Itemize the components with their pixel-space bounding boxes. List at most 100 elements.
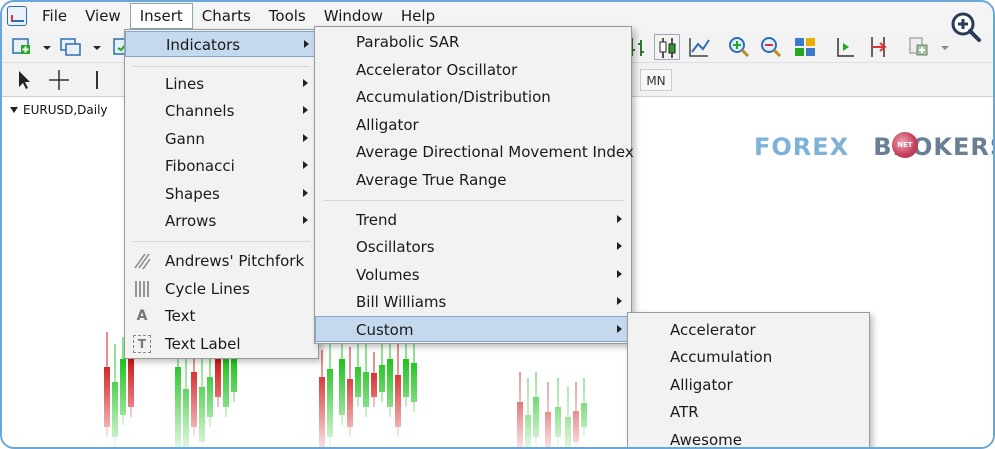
menu-item-adx[interactable]: Average Directional Movement Index xyxy=(315,139,634,165)
chevron-right-icon xyxy=(617,325,622,333)
text-icon: A xyxy=(136,308,148,324)
auto-scroll-icon[interactable] xyxy=(866,34,892,60)
menu-item-andrews-pitchfork[interactable]: Andrews' Pitchfork xyxy=(125,248,318,274)
menu-tools[interactable]: Tools xyxy=(260,5,315,27)
menu-item-channels[interactable]: Channels xyxy=(125,98,318,124)
menu-item-bill-williams[interactable]: Bill Williams xyxy=(315,289,631,315)
text-label-icon: T xyxy=(133,335,151,353)
candlestick-chart-icon[interactable] xyxy=(654,34,680,60)
menu-insert[interactable]: Insert xyxy=(129,3,193,29)
brand-badge: NET xyxy=(892,132,918,158)
menu-window[interactable]: Window xyxy=(315,5,392,27)
menu-separator xyxy=(133,66,310,67)
indicators-list-icon[interactable] xyxy=(906,34,932,60)
menu-charts[interactable]: Charts xyxy=(193,5,260,27)
insert-menu: Indicators Lines Channels Gann Fibonacci… xyxy=(124,29,319,359)
menu-item-label: Bill Williams xyxy=(356,293,447,311)
menu-item-lines[interactable]: Lines xyxy=(125,71,318,97)
menu-item-label: Cycle Lines xyxy=(165,280,250,298)
app-logo-icon[interactable] xyxy=(7,6,27,26)
menu-item-atr[interactable]: Average True Range xyxy=(315,167,631,193)
menu-item-text-label[interactable]: T Text Label xyxy=(125,331,318,357)
chevron-right-icon xyxy=(304,40,309,48)
menu-item-accumulation-distribution[interactable]: Accumulation/Distribution xyxy=(315,84,631,110)
menu-item-label: Accumulation/Distribution xyxy=(356,88,551,106)
chevron-right-icon xyxy=(303,189,308,197)
menu-item-parabolic-sar[interactable]: Parabolic SAR xyxy=(315,29,631,55)
menu-view[interactable]: View xyxy=(76,5,130,27)
menu-item-fibonacci[interactable]: Fibonacci xyxy=(125,153,318,179)
menu-item-cycle-lines[interactable]: Cycle Lines xyxy=(125,276,318,302)
menu-item-custom[interactable]: Custom xyxy=(315,316,631,342)
menu-item-gann[interactable]: Gann xyxy=(125,126,318,152)
menu-item-label: Gann xyxy=(165,130,205,148)
chevron-right-icon xyxy=(303,216,308,224)
menu-item-label: Alligator xyxy=(356,116,419,134)
menu-separator xyxy=(133,241,310,242)
cycle-lines-icon xyxy=(133,280,151,298)
menu-item-indicators[interactable]: Indicators xyxy=(125,31,318,57)
menu-separator xyxy=(323,200,623,201)
menu-item-text[interactable]: A Text xyxy=(125,303,318,329)
menu-item-accelerator-oscillator[interactable]: Accelerator Oscillator xyxy=(315,57,631,83)
menu-item-trend[interactable]: Trend xyxy=(315,207,631,233)
profiles-icon[interactable] xyxy=(58,34,84,60)
line-chart-icon[interactable] xyxy=(686,34,712,60)
zoom-in-icon[interactable] xyxy=(726,34,752,60)
menu-item-alligator[interactable]: Alligator xyxy=(628,372,869,398)
menu-item-label: Alligator xyxy=(670,376,733,394)
new-chart-icon[interactable] xyxy=(10,34,36,60)
chart-shift-icon[interactable] xyxy=(832,34,858,60)
chevron-right-icon xyxy=(303,79,308,87)
chevron-down-icon[interactable] xyxy=(932,34,949,60)
menu-item-label: Text xyxy=(165,307,196,325)
menu-item-label: Andrews' Pitchfork xyxy=(165,252,305,270)
chevron-right-icon xyxy=(303,161,308,169)
menu-item-label: Custom xyxy=(356,321,414,339)
menu-item-label: Average True Range xyxy=(356,171,507,189)
menu-item-label: Volumes xyxy=(356,266,420,284)
magnify-icon[interactable] xyxy=(949,10,983,44)
menu-item-label: Trend xyxy=(356,211,398,229)
menu-item-label: Arrows xyxy=(165,212,217,230)
menu-item-shapes[interactable]: Shapes xyxy=(125,181,318,207)
pitchfork-icon xyxy=(133,252,151,270)
menu-item-arrows[interactable]: Arrows xyxy=(125,208,318,234)
menu-item-accelerator[interactable]: Accelerator xyxy=(628,317,869,343)
chevron-right-icon xyxy=(617,270,622,278)
menu-item-label: Awesome xyxy=(670,431,742,449)
menu-item-label: Channels xyxy=(165,102,235,120)
app-window: File View Insert Charts Tools Window Hel… xyxy=(0,0,995,449)
menu-item-atr[interactable]: ATR xyxy=(628,399,869,425)
chevron-down-icon[interactable] xyxy=(34,34,51,60)
menu-item-label: Shapes xyxy=(165,185,220,203)
menu-item-oscillators[interactable]: Oscillators xyxy=(315,234,631,260)
menu-item-label: Accumulation xyxy=(670,348,773,366)
chevron-right-icon xyxy=(303,134,308,142)
menu-item-accumulation[interactable]: Accumulation xyxy=(628,344,869,370)
menu-item-label: ATR xyxy=(670,403,699,421)
menu-item-label: Fibonacci xyxy=(165,157,235,175)
chevron-right-icon xyxy=(617,215,622,223)
chevron-right-icon xyxy=(617,297,622,305)
menu-item-label: Indicators xyxy=(166,36,241,54)
vertical-line-icon[interactable] xyxy=(84,67,110,93)
tile-windows-icon[interactable] xyxy=(792,34,818,60)
crosshair-icon[interactable] xyxy=(46,67,72,93)
menu-item-label: Average Directional Movement Index xyxy=(356,143,634,161)
menu-item-label: Oscillators xyxy=(356,238,435,256)
menu-item-alligator[interactable]: Alligator xyxy=(315,112,631,138)
menu-help[interactable]: Help xyxy=(392,5,444,27)
brand-watermark: FOREX BROKERS xyxy=(754,133,993,161)
menu-item-label: Accelerator Oscillator xyxy=(356,61,518,79)
cursor-icon[interactable] xyxy=(12,67,38,93)
menu-item-label: Text Label xyxy=(165,335,241,353)
chevron-right-icon xyxy=(617,242,622,250)
menu-file[interactable]: File xyxy=(33,5,76,27)
menu-item-awesome[interactable]: Awesome xyxy=(628,427,869,449)
menu-item-label: Parabolic SAR xyxy=(356,33,460,51)
chevron-down-icon[interactable] xyxy=(84,34,101,60)
menu-item-volumes[interactable]: Volumes xyxy=(315,262,631,288)
zoom-out-icon[interactable] xyxy=(758,34,784,60)
timeframe-mn-button[interactable]: MN xyxy=(640,69,672,91)
